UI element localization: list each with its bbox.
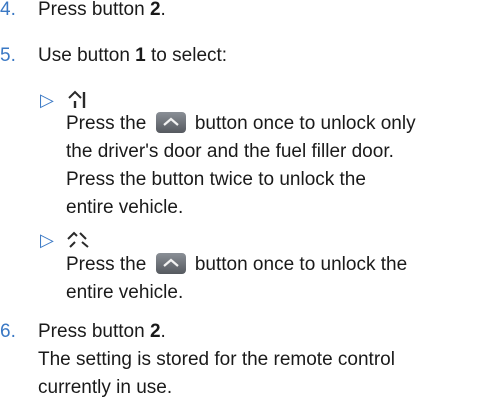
description-line: entire vehicle.	[66, 282, 184, 303]
detail-line: The setting is stored for the remote con…	[38, 349, 395, 370]
button-number: 1	[135, 45, 146, 66]
step-text-prefix: Press button	[38, 0, 150, 20]
step-text: Press button 2.	[38, 0, 166, 24]
description-line: Press the button once to unlock the	[66, 251, 407, 279]
step-number: 4.	[0, 0, 16, 20]
description-line: entire vehicle.	[66, 197, 184, 218]
description-text: button once to unlock the	[189, 254, 408, 275]
option-1-description: Press the button once to unlock only the…	[66, 110, 416, 222]
step-6-detail: The setting is stored for the remote con…	[38, 346, 395, 402]
instruction-page: 4. Press button 2. 5. Use button 1 to se…	[0, 0, 499, 413]
option-arrow-icon: ▷	[40, 90, 54, 110]
step-text-suffix: .	[160, 0, 166, 20]
description-line: Press the button once to unlock only	[66, 110, 416, 138]
button-number: 2	[149, 0, 161, 20]
key-unlock-button-icon	[155, 112, 186, 133]
description-text: button once to unlock only	[189, 113, 416, 134]
step-number: 6.	[0, 321, 16, 342]
description-text: Press the	[66, 254, 152, 275]
step-text: Use button 1 to select:	[38, 42, 227, 70]
option-2-description: Press the button once to unlock the enti…	[66, 251, 407, 307]
step-text-prefix: Use button	[38, 45, 136, 66]
key-unlock-button-icon	[155, 253, 186, 274]
step-text: Press button 2.	[38, 318, 166, 346]
step-text-suffix: .	[160, 321, 166, 342]
description-text: Press the	[66, 113, 152, 134]
button-number: 2	[149, 321, 161, 342]
step-text-suffix: to select:	[145, 45, 228, 66]
step-text-prefix: Press button	[38, 321, 150, 342]
option-arrow-icon: ▷	[40, 230, 54, 250]
detail-line: currently in use.	[38, 377, 173, 398]
description-line: Press the button twice to unlock the	[66, 169, 366, 190]
description-line: the driver's door and the fuel filler do…	[66, 141, 394, 162]
step-number: 5.	[0, 45, 16, 66]
